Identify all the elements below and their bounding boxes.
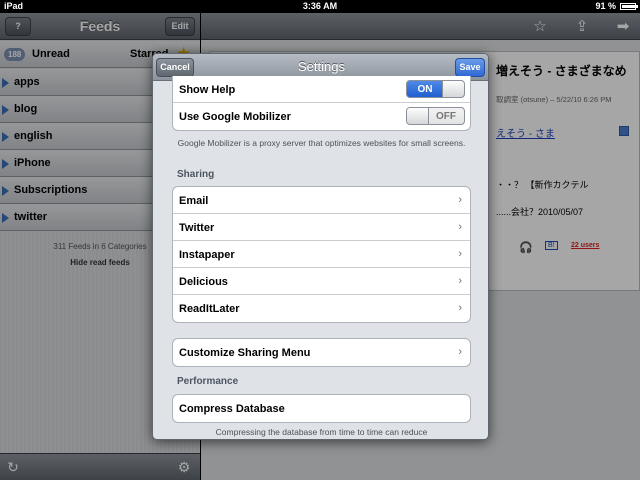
settings-title: Settings (298, 59, 345, 74)
customize-sharing-group: Customize Sharing Menu › (172, 338, 471, 367)
sharing-item-label: Twitter (179, 222, 215, 234)
sharing-item-twitter[interactable]: Twitter › (173, 214, 470, 241)
sharing-item-readitlater[interactable]: ReadItLater › (173, 295, 470, 322)
compress-database-cell[interactable]: Compress Database (173, 395, 470, 422)
sharing-item-label: ReadItLater (179, 303, 240, 315)
general-settings-group: Show Help ON Use Google Mobilizer OFF (172, 76, 471, 131)
compress-database-label: Compress Database (179, 403, 285, 415)
performance-group: Compress Database (172, 394, 471, 423)
customize-sharing-label: Customize Sharing Menu (179, 347, 311, 359)
chevron-right-icon: › (458, 221, 462, 233)
toggle-state: ON (417, 84, 433, 95)
chevron-right-icon: › (458, 248, 462, 260)
google-mobilizer-label: Use Google Mobilizer (179, 111, 291, 123)
show-help-label: Show Help (179, 84, 236, 96)
battery-percent: 91 % (595, 1, 616, 11)
battery-icon (620, 3, 638, 10)
save-button[interactable]: Save (455, 58, 485, 77)
chevron-right-icon: › (458, 302, 462, 314)
status-bar: iPad 3:36 AM 91 % (0, 0, 640, 13)
sharing-header: Sharing (177, 169, 215, 180)
clock: 3:36 AM (302, 1, 338, 11)
compress-note: Compressing the database from time to ti… (215, 427, 428, 437)
google-mobilizer-toggle[interactable]: OFF (406, 107, 465, 125)
sharing-item-email[interactable]: Email › (173, 187, 470, 214)
show-help-toggle[interactable]: ON (406, 80, 465, 98)
sharing-item-label: Delicious (179, 276, 228, 288)
show-help-cell: Show Help ON (173, 76, 470, 103)
sharing-group: Email › Twitter › Instapaper › Delicious › R… (172, 186, 471, 323)
chevron-right-icon: › (458, 194, 462, 206)
sharing-item-label: Email (179, 195, 209, 207)
settings-modal: Cancel Settings Save Show Help ON Use Go… (152, 53, 489, 440)
toggle-knob (442, 81, 464, 97)
sharing-item-delicious[interactable]: Delicious › (173, 268, 470, 295)
battery-level (622, 5, 635, 8)
toggle-knob (407, 108, 429, 124)
performance-header: Performance (177, 376, 239, 387)
toggle-state: OFF (436, 111, 456, 122)
mobilizer-note: Google Mobilizer is a proxy server that … (177, 138, 466, 148)
sharing-item-instapaper[interactable]: Instapaper › (173, 241, 470, 268)
customize-sharing-menu-cell[interactable]: Customize Sharing Menu › (173, 339, 470, 366)
chevron-right-icon: › (458, 275, 462, 287)
sharing-item-label: Instapaper (179, 249, 235, 261)
chevron-right-icon: › (458, 346, 462, 358)
google-mobilizer-cell: Use Google Mobilizer OFF (173, 103, 470, 130)
